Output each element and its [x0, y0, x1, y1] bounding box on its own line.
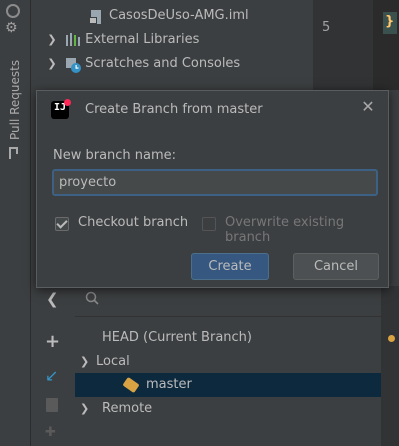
checkout-branch-label[interactable]: Checkout branch — [78, 215, 188, 230]
overwrite-branch-label[interactable]: Overwrite existing branch — [225, 215, 388, 245]
create-button[interactable]: Create — [191, 253, 269, 280]
branch-name-label: New branch name: — [53, 148, 177, 163]
new-branch-icon[interactable]: + — [45, 331, 60, 352]
cancel-button[interactable]: Cancel — [293, 253, 379, 280]
tree-item-iml[interactable]: CasosDeUso-AMG.iml — [89, 5, 249, 27]
project-tree: CasosDeUso-AMG.iml ❯ External Libraries … — [31, 0, 313, 90]
branch-group-label: Local — [96, 354, 130, 369]
chevron-right-icon[interactable]: ❯ — [43, 29, 61, 51]
branch-label: master — [146, 377, 192, 392]
close-icon[interactable]: ✕ — [359, 98, 377, 116]
side-gutter — [381, 286, 399, 446]
change-marker-icon — [388, 335, 395, 342]
search-icon[interactable] — [85, 291, 99, 305]
branch-master[interactable]: master — [122, 373, 192, 397]
branch-head[interactable]: HEAD (Current Branch) — [102, 326, 252, 350]
branch-group-local[interactable]: ❯ Local — [80, 350, 130, 374]
merge-icon[interactable]: ✚ — [45, 425, 56, 440]
intellij-logo-icon: IJ — [51, 99, 71, 119]
code-brace: } — [385, 14, 395, 29]
file-icon — [89, 9, 105, 24]
editor-gutter — [313, 0, 373, 90]
pull-requests-tab[interactable]: Pull Requests — [8, 60, 22, 140]
tree-item-external-libraries[interactable]: ❯ External Libraries — [43, 29, 199, 51]
tree-item-scratches[interactable]: ❯ Scratches and Consoles — [43, 53, 240, 75]
scratches-icon — [65, 57, 82, 73]
commit-icon[interactable] — [6, 4, 20, 18]
tag-icon — [122, 376, 140, 393]
chevron-right-icon[interactable]: ❯ — [80, 397, 102, 421]
checkout-icon[interactable]: ↙ — [45, 366, 58, 385]
overwrite-branch-checkbox[interactable] — [202, 217, 216, 231]
back-arrow-icon[interactable]: ❮ — [46, 290, 59, 308]
settings-icon[interactable]: ⚙ — [5, 20, 18, 36]
create-branch-dialog: IJ Create Branch from master ✕ New branc… — [36, 90, 389, 288]
branch-group-label: Remote — [102, 401, 153, 416]
selected-row — [75, 373, 381, 397]
tree-item-label: Scratches and Consoles — [85, 56, 241, 71]
branch-group-remote[interactable]: ❯ Remote — [80, 397, 152, 421]
tree-item-label: CasosDeUso-AMG.iml — [109, 8, 249, 23]
pull-request-icon[interactable] — [8, 146, 20, 160]
tree-item-label: External Libraries — [85, 32, 200, 47]
checkout-branch-checkbox[interactable] — [55, 217, 69, 231]
dialog-title: Create Branch from master — [85, 102, 263, 117]
chevron-down-icon[interactable]: ❯ — [80, 350, 96, 374]
line-number: 5 — [322, 20, 331, 35]
library-icon — [65, 32, 81, 47]
branch-name-input[interactable] — [52, 169, 378, 196]
chevron-right-icon[interactable]: ❯ — [43, 53, 61, 75]
delete-icon[interactable] — [46, 398, 58, 412]
branch-search-bar[interactable] — [75, 286, 381, 317]
